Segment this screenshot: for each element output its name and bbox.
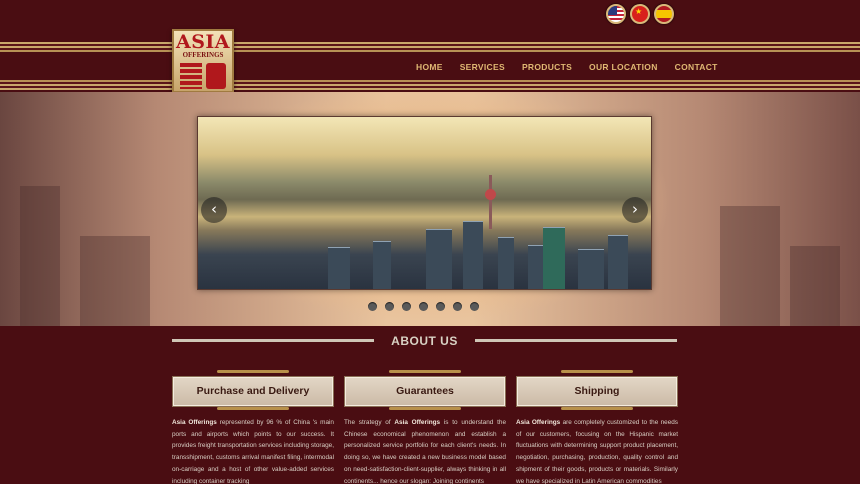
guarantees-text: The strategy of Asia Offerings is to und… xyxy=(344,417,506,484)
about-column-purchase: Purchase and Delivery Asia Offerings rep… xyxy=(172,370,334,484)
nav-contact[interactable]: CONTACT xyxy=(675,62,718,72)
paragraph-text: are completely customized to the needs o… xyxy=(516,419,678,484)
slider-dot[interactable] xyxy=(385,302,394,311)
paragraph-text: The strategy of xyxy=(344,419,395,426)
logo-character-icon xyxy=(206,63,226,89)
header-stripe-bottom xyxy=(0,80,860,90)
skyline-building xyxy=(543,227,565,289)
purchase-delivery-button[interactable]: Purchase and Delivery xyxy=(172,376,334,407)
slider-dots xyxy=(368,302,479,311)
brand-name: Asia Offerings xyxy=(172,419,217,426)
slider-dot[interactable] xyxy=(453,302,462,311)
about-divider-right xyxy=(475,339,677,342)
shipping-text: Asia Offerings are completely customized… xyxy=(516,417,678,484)
tv-tower xyxy=(489,175,492,229)
skyline-building xyxy=(608,235,628,289)
background-crane-right xyxy=(720,206,780,326)
slider-dot[interactable] xyxy=(368,302,377,311)
background-crane-left xyxy=(20,186,60,326)
paragraph-text: is to understand the Chinese economical … xyxy=(344,419,506,484)
heading-ornament xyxy=(561,370,633,373)
guarantees-button[interactable]: Guarantees xyxy=(344,376,506,407)
slider-prev-arrow-icon[interactable]: ‹ xyxy=(201,197,227,223)
about-section: ABOUT US Purchase and Delivery Asia Offe… xyxy=(0,326,860,484)
header: ASIA OFFERINGS HOME SERVICES PRODUCTS OU… xyxy=(0,0,860,93)
logo-subtitle: OFFERINGS xyxy=(182,51,224,59)
skyline-building xyxy=(578,249,604,289)
nav-services[interactable]: SERVICES xyxy=(460,62,505,72)
heading-ornament xyxy=(217,407,289,410)
slider-dot[interactable] xyxy=(402,302,411,311)
nav-home[interactable]: HOME xyxy=(416,62,443,72)
paragraph-text: represented by 96 % of China 's main por… xyxy=(172,419,334,484)
spain-flag-icon[interactable] xyxy=(654,4,674,24)
logo[interactable]: ASIA OFFERINGS xyxy=(172,29,234,93)
header-stripe-top xyxy=(0,42,860,52)
language-flags xyxy=(606,4,674,24)
heading-ornament xyxy=(561,407,633,410)
slider-dot[interactable] xyxy=(419,302,428,311)
about-column-guarantees: Guarantees The strategy of Asia Offering… xyxy=(344,370,506,484)
slider-dot[interactable] xyxy=(470,302,479,311)
skyline-building xyxy=(498,237,514,289)
about-divider-left xyxy=(172,339,374,342)
heading-ornament xyxy=(389,370,461,373)
brand-name: Asia Offerings xyxy=(394,419,441,426)
brand-name: Asia Offerings xyxy=(516,419,561,426)
skyline-building xyxy=(373,241,391,289)
slider-image[interactable]: ‹ › xyxy=(197,116,652,290)
hero-banner: ‹ › xyxy=(0,92,860,326)
slider-next-arrow-icon[interactable]: › xyxy=(622,197,648,223)
heading-ornament xyxy=(389,407,461,410)
nav-products[interactable]: PRODUCTS xyxy=(522,62,572,72)
main-nav: HOME SERVICES PRODUCTS OUR LOCATION CONT… xyxy=(416,62,735,72)
shipping-button[interactable]: Shipping xyxy=(516,376,678,407)
about-column-shipping: Shipping Asia Offerings are completely c… xyxy=(516,370,678,484)
logo-bars-icon xyxy=(180,63,202,89)
purchase-delivery-text: Asia Offerings represented by 96 % of Ch… xyxy=(172,417,334,484)
slider-dot[interactable] xyxy=(436,302,445,311)
tv-tower-sphere xyxy=(485,189,496,200)
china-flag-icon[interactable] xyxy=(630,4,650,24)
skyline-building xyxy=(463,221,483,289)
logo-title: ASIA xyxy=(175,31,231,53)
heading-ornament xyxy=(217,370,289,373)
logo-mark-icon xyxy=(180,63,228,89)
skyline-building xyxy=(426,229,452,289)
skyline-building xyxy=(328,247,350,289)
about-title: ABOUT US xyxy=(391,334,458,348)
page: ASIA OFFERINGS HOME SERVICES PRODUCTS OU… xyxy=(0,0,860,484)
nav-our-location[interactable]: OUR LOCATION xyxy=(589,62,658,72)
background-ship-right xyxy=(790,246,840,326)
us-flag-icon[interactable] xyxy=(606,4,626,24)
background-ship-left xyxy=(80,236,150,326)
